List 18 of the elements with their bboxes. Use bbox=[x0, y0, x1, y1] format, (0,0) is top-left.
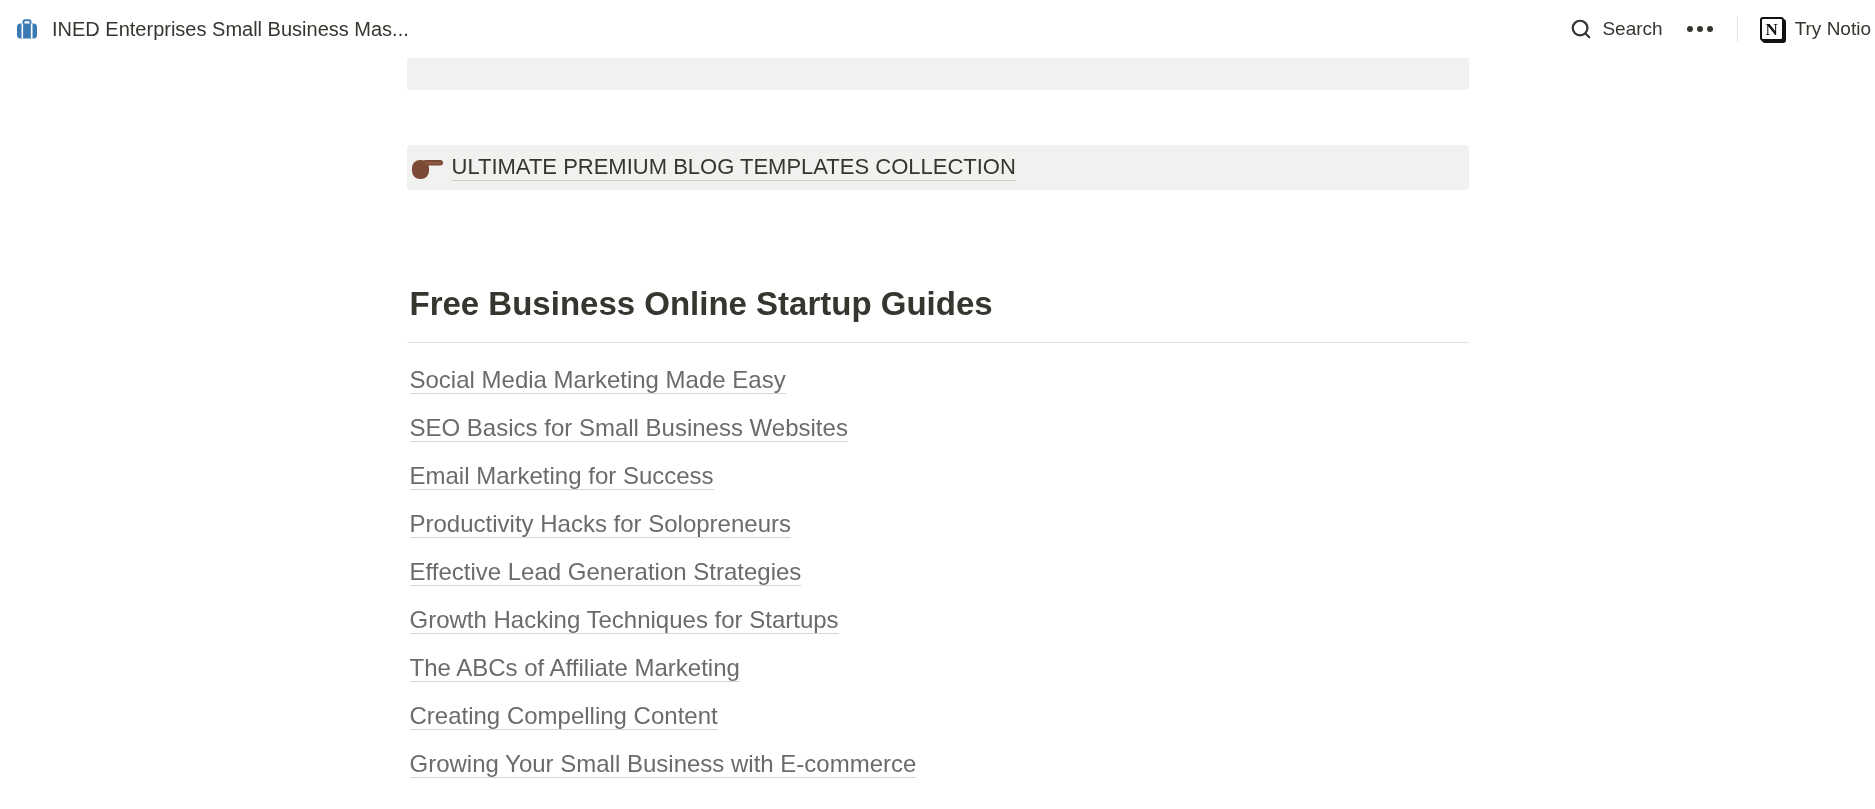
page-link[interactable]: Email Marketing for Success bbox=[409, 461, 714, 491]
section-heading: Free Business Online Startup Guides bbox=[409, 284, 993, 324]
more-icon bbox=[1686, 26, 1713, 32]
try-button[interactable]: N Try Notio bbox=[1757, 13, 1871, 45]
page-link[interactable]: Social Media Marketing Made Easy bbox=[409, 365, 786, 395]
logo: N bbox=[1759, 17, 1784, 41]
callout-link[interactable]: ULTIMATE PREMIUM BLOG TEMPLATES COLLECTION bbox=[451, 153, 1016, 182]
page-link[interactable]: Creating Compelling Content bbox=[409, 701, 718, 731]
page-link[interactable]: Productivity Hacks for Solopreneurs bbox=[409, 509, 791, 539]
search-icon bbox=[1570, 18, 1593, 40]
search-button[interactable]: Search bbox=[1564, 14, 1669, 44]
page-link[interactable]: Growth Hacking Techniques for Startups bbox=[409, 605, 839, 635]
page-link[interactable]: Growing Your Small Business with E-commerce bbox=[409, 749, 917, 779]
page-link[interactable]: Effective Lead Generation Strategies bbox=[409, 557, 802, 587]
page-link[interactable]: The ABCs of Affiliate Marketing bbox=[409, 653, 740, 683]
briefcase-icon bbox=[16, 19, 38, 39]
page-link[interactable]: SEO Basics for Small Business Websites bbox=[409, 413, 848, 443]
page-title: INED Enterprises Small Business Mas... bbox=[52, 17, 409, 41]
